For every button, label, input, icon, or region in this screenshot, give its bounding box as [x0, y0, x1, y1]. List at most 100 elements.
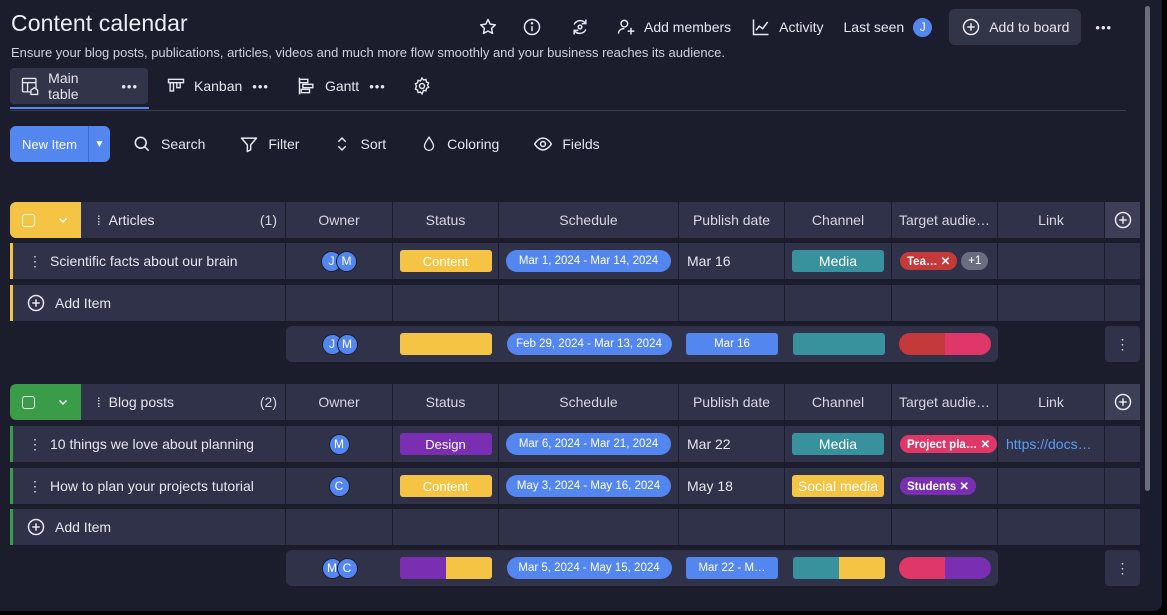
group-name[interactable]: Blog posts: [109, 394, 174, 410]
schedule-cell[interactable]: Mar 6, 2024 - Mar 21, 2024: [499, 426, 679, 462]
search-button[interactable]: Search: [120, 126, 217, 162]
row-menu-icon[interactable]: ⋮: [28, 436, 42, 453]
table-row[interactable]: ⋮ Scientific facts about our brain J M C…: [10, 243, 1140, 279]
target-audience-cell[interactable]: Project pla… ✕: [892, 426, 998, 462]
column-target-audience[interactable]: Target audie…: [892, 202, 998, 238]
publish-date-cell[interactable]: Mar 16: [679, 243, 785, 279]
item-name[interactable]: How to plan your projects tutorial: [50, 478, 254, 494]
tab-gantt[interactable]: Gantt •••: [287, 68, 396, 104]
add-column-button[interactable]: [1105, 202, 1140, 238]
link-cell[interactable]: https://docs…: [998, 426, 1105, 462]
more-tags-badge[interactable]: +1: [961, 252, 989, 270]
status-cell[interactable]: Content: [393, 243, 499, 279]
summary-menu-icon[interactable]: ⋮: [1105, 326, 1140, 362]
owner-cell[interactable]: C: [286, 468, 393, 504]
chevron-down-icon[interactable]: ▼: [89, 139, 110, 150]
group-name-area[interactable]: ⁞ Blog posts (2): [81, 384, 285, 420]
sort-button[interactable]: Sort: [321, 126, 398, 162]
column-owner[interactable]: Owner: [286, 202, 393, 238]
group-name-area[interactable]: ⁞ Articles (1): [81, 202, 285, 238]
column-publish-date[interactable]: Publish date: [679, 384, 785, 420]
last-seen-button[interactable]: Last seen J: [834, 9, 944, 45]
target-audience-cell[interactable]: Tea… ✕ +1: [892, 243, 998, 279]
add-column-button[interactable]: [1105, 384, 1140, 420]
group-checkbox[interactable]: [22, 213, 35, 227]
column-status[interactable]: Status: [393, 202, 499, 238]
add-item-row[interactable]: Add Item: [10, 285, 1140, 321]
group-name[interactable]: Articles: [109, 212, 155, 228]
channel-cell[interactable]: Media: [785, 426, 892, 462]
table-row[interactable]: ⋮ How to plan your projects tutorial C C…: [10, 468, 1140, 504]
drag-handle-icon[interactable]: ⁞: [97, 395, 101, 410]
tab-main-table[interactable]: Main table •••: [10, 68, 148, 104]
filter-button[interactable]: Filter: [227, 126, 311, 162]
schedule-cell[interactable]: Mar 1, 2024 - Mar 14, 2024: [499, 243, 679, 279]
add-members-button[interactable]: Add members: [606, 9, 741, 45]
publish-date-cell[interactable]: May 18: [679, 468, 785, 504]
item-name[interactable]: Scientific facts about our brain: [50, 253, 238, 269]
table-row[interactable]: ⋮ 10 things we love about planning M Des…: [10, 426, 1140, 462]
owner-cell[interactable]: J M: [286, 243, 393, 279]
fields-button[interactable]: Fields: [521, 126, 611, 162]
summary-channel: [785, 557, 892, 579]
audience-tag[interactable]: Project pla… ✕: [900, 435, 997, 453]
tab-main-table-menu[interactable]: •••: [121, 79, 138, 94]
group-checkbox[interactable]: [22, 395, 35, 409]
tab-kanban-menu[interactable]: •••: [252, 79, 269, 94]
link-cell[interactable]: [998, 243, 1105, 279]
channel-cell[interactable]: Media: [785, 243, 892, 279]
tab-kanban[interactable]: Kanban •••: [156, 68, 279, 104]
item-name[interactable]: 10 things we love about planning: [50, 436, 254, 452]
coloring-button[interactable]: Coloring: [408, 126, 511, 162]
chevron-down-icon[interactable]: [57, 396, 69, 408]
row-menu-icon[interactable]: ⋮: [28, 253, 42, 270]
column-owner[interactable]: Owner: [286, 384, 393, 420]
board-title[interactable]: Content calendar: [11, 10, 188, 37]
column-status[interactable]: Status: [393, 384, 499, 420]
chevron-down-icon[interactable]: [57, 214, 69, 226]
add-item-cell[interactable]: Add Item: [10, 509, 286, 545]
column-schedule[interactable]: Schedule: [499, 384, 679, 420]
summary-menu-icon[interactable]: ⋮: [1105, 550, 1140, 586]
audience-tag[interactable]: Tea… ✕: [900, 252, 958, 270]
info-icon[interactable]: [514, 9, 550, 45]
gear-icon[interactable]: [404, 68, 440, 104]
channel-cell[interactable]: Social media: [785, 468, 892, 504]
publish-date-cell[interactable]: Mar 22: [679, 426, 785, 462]
link-cell[interactable]: [998, 468, 1105, 504]
item-name-cell[interactable]: ⋮ Scientific facts about our brain: [10, 243, 286, 279]
drag-handle-icon[interactable]: ⁞: [97, 213, 101, 228]
column-channel[interactable]: Channel: [785, 384, 892, 420]
filter-icon: [241, 137, 258, 153]
group-select[interactable]: [10, 384, 81, 420]
column-link[interactable]: Link: [998, 202, 1105, 238]
status-cell[interactable]: Design: [393, 426, 499, 462]
add-item-row[interactable]: Add Item: [10, 509, 1140, 545]
new-item-button[interactable]: New Item ▼: [10, 126, 110, 162]
add-to-board-button[interactable]: Add to board: [949, 9, 1082, 45]
column-link[interactable]: Link: [998, 384, 1105, 420]
more-menu-button[interactable]: •••: [1085, 9, 1122, 45]
item-name-cell[interactable]: ⋮ 10 things we love about planning: [10, 426, 286, 462]
tab-gantt-menu[interactable]: •••: [369, 79, 386, 94]
scrollbar[interactable]: [1145, 6, 1150, 491]
add-item-cell[interactable]: Add Item: [10, 285, 286, 321]
column-channel[interactable]: Channel: [785, 202, 892, 238]
column-target-audience[interactable]: Target audie…: [892, 384, 998, 420]
row-end-cell: [1105, 426, 1140, 462]
owner-cell[interactable]: M: [286, 426, 393, 462]
status-cell[interactable]: Content: [393, 468, 499, 504]
row-menu-icon[interactable]: ⋮: [28, 478, 42, 495]
schedule-cell[interactable]: May 3, 2024 - May 16, 2024: [499, 468, 679, 504]
star-icon[interactable]: [470, 9, 506, 45]
summary-channel: [785, 333, 892, 355]
activity-button[interactable]: Activity: [741, 9, 833, 45]
sync-icon[interactable]: [562, 9, 598, 45]
audience-tag[interactable]: Students ✕: [900, 477, 977, 495]
column-schedule[interactable]: Schedule: [499, 202, 679, 238]
item-name-cell[interactable]: ⋮ How to plan your projects tutorial: [10, 468, 286, 504]
coloring-label: Coloring: [447, 136, 500, 152]
column-publish-date[interactable]: Publish date: [679, 202, 785, 238]
target-audience-cell[interactable]: Students ✕: [892, 468, 998, 504]
group-select[interactable]: [10, 202, 81, 238]
